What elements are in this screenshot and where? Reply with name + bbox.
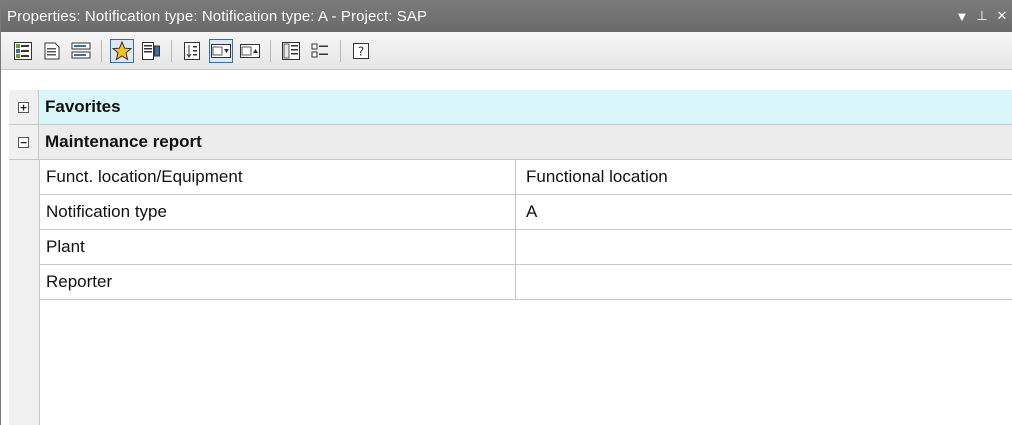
property-name: Plant bbox=[39, 230, 516, 264]
sheet-detail-icon bbox=[142, 41, 160, 60]
favorites-star-icon bbox=[112, 40, 132, 61]
sheet-detail-button[interactable] bbox=[139, 39, 163, 63]
toolbar-separator bbox=[171, 39, 172, 62]
category-maintenance-label: Maintenance report bbox=[45, 132, 202, 151]
property-value[interactable] bbox=[516, 265, 1012, 299]
expand-plus-icon[interactable]: + bbox=[18, 101, 29, 113]
property-rows: Funct. location/Equipment Functional loc… bbox=[39, 160, 1012, 300]
property-name: Funct. location/Equipment bbox=[39, 160, 516, 194]
property-value[interactable]: A bbox=[516, 195, 1012, 229]
categorized-icon bbox=[14, 41, 32, 60]
sort-icon bbox=[184, 41, 200, 60]
grouped-list-button[interactable] bbox=[69, 39, 93, 63]
property-row[interactable]: Funct. location/Equipment Functional loc… bbox=[39, 160, 1012, 195]
favorites-expander[interactable]: + bbox=[9, 90, 39, 124]
close-icon[interactable]: ✕ bbox=[992, 8, 1012, 24]
toolbar-separator bbox=[101, 39, 102, 62]
dropdown-collapse-button[interactable] bbox=[238, 39, 262, 63]
expand-all-button[interactable] bbox=[279, 39, 303, 63]
help-button[interactable]: ? bbox=[349, 39, 373, 63]
dropdown-expand-button[interactable] bbox=[209, 38, 233, 63]
toolbar-separator bbox=[340, 39, 341, 62]
maintenance-expander[interactable]: − bbox=[9, 125, 39, 159]
grouped-list-icon bbox=[71, 42, 91, 58]
collapse-minus-icon[interactable]: − bbox=[18, 136, 29, 148]
title-bar[interactable]: Properties: Notification type: Notificat… bbox=[1, 0, 1012, 32]
properties-page-button[interactable] bbox=[40, 39, 64, 63]
property-row[interactable]: Reporter bbox=[39, 265, 1012, 300]
category-favorites[interactable]: + Favorites bbox=[9, 90, 1012, 125]
property-value[interactable]: Functional location bbox=[516, 160, 1012, 194]
category-maintenance-report[interactable]: − Maintenance report bbox=[9, 125, 1012, 160]
categorized-button[interactable] bbox=[11, 39, 35, 63]
collapse-all-button[interactable] bbox=[308, 39, 332, 63]
pin-icon[interactable]: ⊥ bbox=[972, 8, 992, 24]
properties-page-icon bbox=[44, 42, 60, 59]
svg-text:?: ? bbox=[358, 44, 364, 58]
property-name: Notification type bbox=[39, 195, 516, 229]
property-name: Reporter bbox=[39, 265, 516, 299]
dropdown-expand-icon bbox=[211, 43, 231, 58]
property-row[interactable]: Plant bbox=[39, 230, 1012, 265]
collapse-all-icon bbox=[311, 43, 328, 57]
expand-all-icon bbox=[282, 41, 300, 60]
properties-window: Properties: Notification type: Notificat… bbox=[0, 0, 1012, 425]
window-title: Properties: Notification type: Notificat… bbox=[7, 7, 428, 25]
sort-button[interactable] bbox=[180, 39, 204, 63]
toolbar: ? bbox=[1, 32, 1012, 70]
property-row[interactable]: Notification type A bbox=[39, 195, 1012, 230]
property-value[interactable] bbox=[516, 230, 1012, 264]
favorites-button[interactable] bbox=[110, 38, 134, 63]
dropdown-collapse-icon bbox=[240, 43, 260, 58]
help-icon: ? bbox=[353, 42, 369, 59]
toolbar-separator bbox=[270, 39, 271, 62]
property-grid: + Favorites − Maintenance report Funct. … bbox=[1, 90, 1012, 425]
category-favorites-label: Favorites bbox=[45, 97, 121, 116]
window-dropdown-icon[interactable]: ▼ bbox=[952, 9, 972, 24]
